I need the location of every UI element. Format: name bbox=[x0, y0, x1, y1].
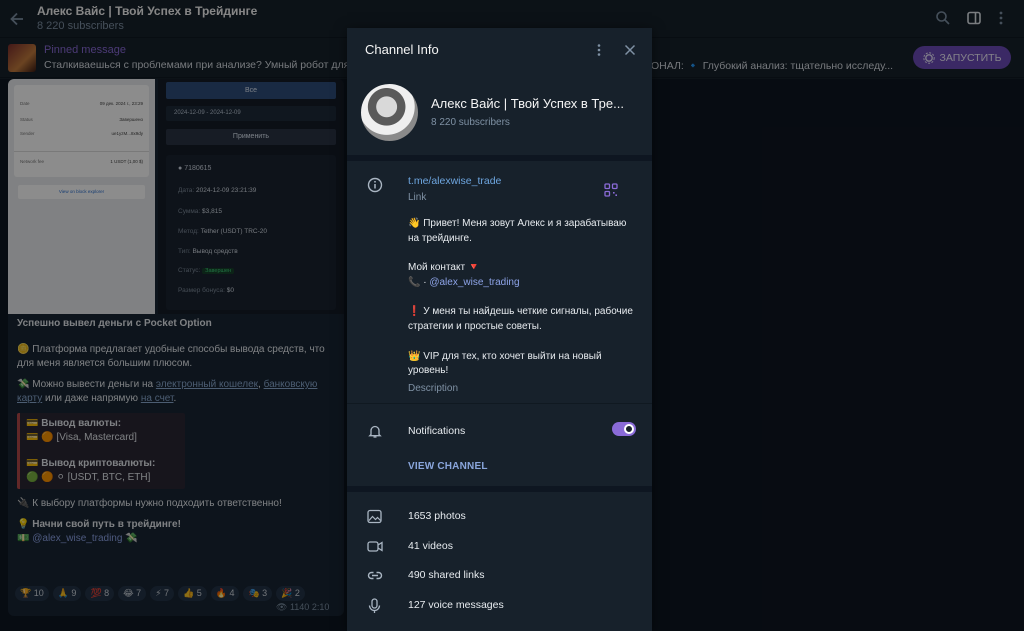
media-voice-row[interactable]: 127 voice messages bbox=[347, 592, 652, 620]
view-channel-button[interactable]: VIEW CHANNEL bbox=[408, 461, 488, 472]
channel-name: Алекс Вайс | Твой Успех в Тре... bbox=[431, 96, 624, 111]
video-icon bbox=[367, 541, 383, 552]
description-label: Description bbox=[408, 383, 459, 394]
more-vert-icon[interactable] bbox=[592, 43, 606, 57]
channel-subscribers: 8 220 subscribers bbox=[431, 117, 510, 128]
divider bbox=[347, 155, 652, 161]
notifications-label: Notifications bbox=[408, 425, 466, 437]
contact-handle-link[interactable]: @alex_wise_trading bbox=[429, 277, 519, 288]
media-photos-row[interactable]: 1653 photos bbox=[347, 503, 652, 531]
telegram-window: Алекс Вайс | Твой Успех в Трейдинге 8 22… bbox=[0, 0, 1024, 631]
channel-description: 👋 Привет! Меня зовут Алекс и я зарабатыв… bbox=[408, 218, 633, 377]
channel-link[interactable]: t.me/alexwise_trade bbox=[408, 175, 501, 187]
media-videos-row[interactable]: 41 videos bbox=[347, 533, 652, 561]
photo-icon bbox=[367, 509, 382, 524]
divider bbox=[347, 403, 652, 404]
info-icon bbox=[367, 177, 383, 193]
channel-info-panel: Channel Info Алекс Вайс | Твой Успех в Т… bbox=[347, 28, 652, 631]
link-label: Link bbox=[408, 192, 427, 203]
bell-icon bbox=[368, 425, 382, 438]
channel-avatar[interactable] bbox=[361, 84, 418, 141]
qr-code-icon[interactable] bbox=[604, 183, 618, 197]
notifications-toggle[interactable] bbox=[612, 422, 636, 436]
media-links-row[interactable]: 490 shared links bbox=[347, 562, 652, 590]
close-icon[interactable] bbox=[623, 43, 637, 57]
link-icon bbox=[367, 571, 383, 580]
mic-icon bbox=[368, 598, 381, 613]
divider bbox=[347, 486, 652, 492]
panel-title: Channel Info bbox=[365, 42, 439, 57]
